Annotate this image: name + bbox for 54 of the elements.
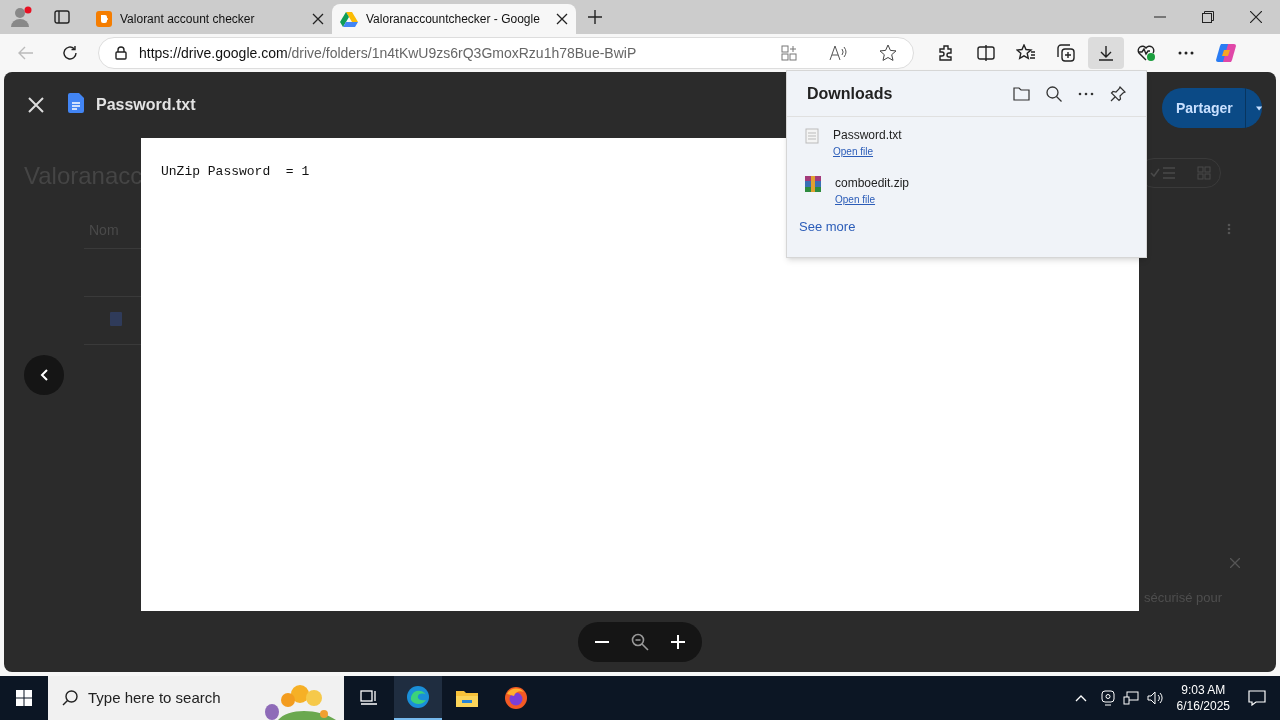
folder-icon[interactable] — [1013, 86, 1030, 101]
browser-tab[interactable]: Valorant account checker — [88, 4, 332, 34]
document-icon — [68, 93, 84, 113]
task-view-icon[interactable] — [360, 690, 378, 706]
address-bar[interactable]: https://drive.google.com/drive/folders/1n4tKwU9zs6rQ3GmoxRzu1h78Bue-BwiP — [98, 37, 914, 69]
url-text: https://drive.google.com/drive/folders/1n4tKwU9zs6rQ3GmoxRzu1h78Bue-BwiP — [139, 43, 638, 63]
more-icon[interactable] — [1078, 91, 1094, 96]
volume-icon[interactable] — [1146, 691, 1165, 705]
text-file-icon — [805, 128, 819, 144]
panel-title: Downloads — [807, 83, 894, 104]
zoom-icon[interactable] — [631, 633, 649, 651]
open-file-link[interactable]: Open file — [833, 145, 902, 159]
download-file-name: Password.txt — [833, 127, 902, 143]
firefox-icon[interactable] — [504, 686, 528, 710]
refresh-icon[interactable] — [62, 45, 78, 61]
read-aloud-icon[interactable] — [829, 45, 847, 61]
restore-icon[interactable] — [1202, 11, 1214, 23]
close-icon[interactable] — [556, 13, 568, 25]
chevron-up-icon[interactable] — [1074, 694, 1087, 702]
favorite-icon[interactable] — [879, 44, 897, 62]
share-button[interactable]: Partager — [1162, 88, 1262, 128]
see-more-link[interactable]: See more — [787, 215, 1146, 237]
drive-icon — [340, 11, 358, 27]
blog-icon — [96, 11, 112, 27]
profile-icon[interactable] — [8, 5, 34, 29]
notifications-icon[interactable] — [1248, 690, 1266, 706]
edge-icon — [406, 685, 430, 709]
new-tab-icon[interactable] — [588, 10, 602, 24]
pin-icon[interactable] — [1110, 85, 1126, 102]
lock-icon — [115, 46, 127, 60]
clock[interactable]: 9:03 AM 6/16/2025 — [1176, 682, 1230, 714]
download-file-name: comboedit.zip — [835, 175, 910, 191]
search-icon[interactable] — [1046, 85, 1062, 102]
webcam-icon[interactable] — [1100, 690, 1115, 706]
file-icon — [110, 312, 122, 326]
caret-icon — [1255, 105, 1262, 111]
network-icon[interactable] — [1122, 691, 1139, 705]
file-title: Password.txt — [96, 95, 196, 115]
tab-actions-icon[interactable] — [54, 10, 70, 24]
browser-tab[interactable]: Valoranaccountchecker - Google — [332, 4, 576, 34]
edge-taskbar-button[interactable] — [394, 676, 442, 720]
folder-icon[interactable] — [456, 689, 478, 707]
search-field[interactable]: Type here to search — [48, 676, 344, 720]
download-icon[interactable] — [1088, 37, 1124, 69]
search-icon — [62, 690, 78, 706]
close-icon[interactable] — [312, 13, 324, 25]
windows-icon[interactable] — [16, 690, 32, 706]
chevron-left-icon — [40, 369, 48, 381]
archive-icon — [805, 176, 821, 192]
document-text: UnZip Password = 1 — [161, 164, 310, 179]
open-file-link[interactable]: Open file — [835, 193, 910, 207]
apps-icon[interactable] — [781, 45, 797, 61]
zoom-in-icon[interactable] — [671, 635, 685, 649]
close-icon[interactable] — [1250, 11, 1262, 23]
